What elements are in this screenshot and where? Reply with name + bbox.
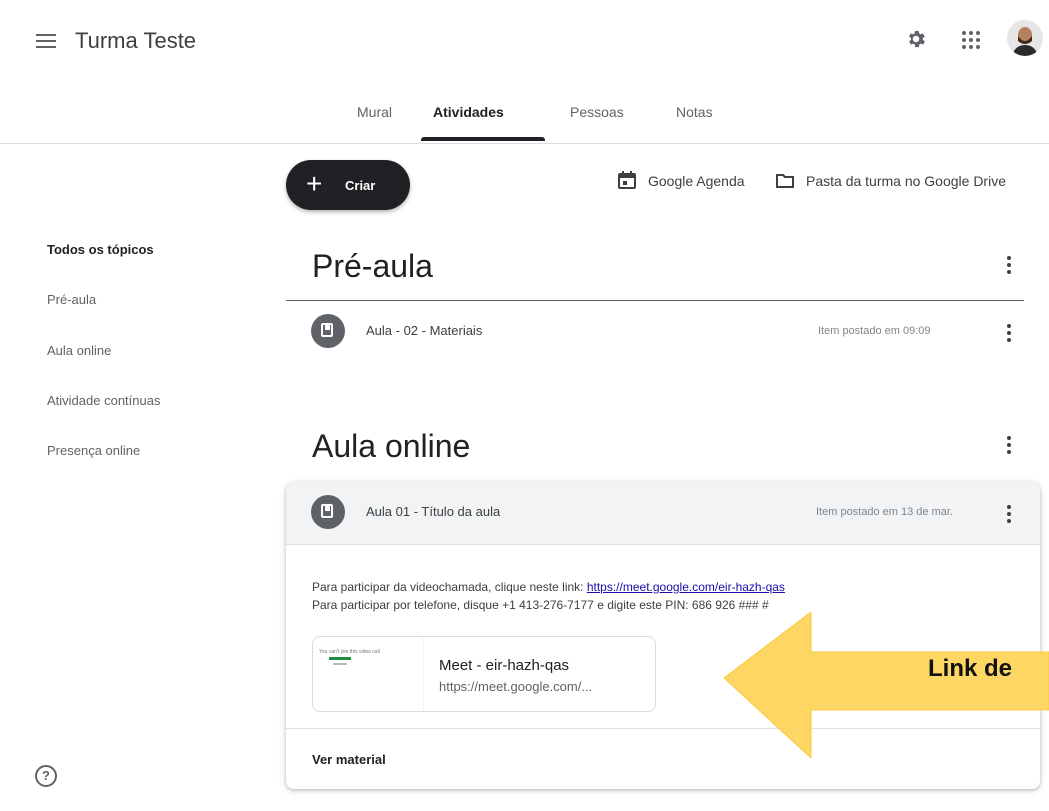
meet-attachment[interactable]: You can't join this video call Meet - ei… xyxy=(312,636,656,712)
description-text: Para participar da videochamada, clique … xyxy=(312,580,587,594)
list-item[interactable]: Aula - 02 - Materiais Item postado em 09… xyxy=(286,301,1040,363)
callout-label: Link de xyxy=(928,655,1013,682)
view-material-link[interactable]: Ver material xyxy=(312,752,386,767)
material-icon xyxy=(311,314,345,348)
menu-icon[interactable] xyxy=(36,34,56,48)
material-description-line2: Para participar por telefone, disque +1 … xyxy=(312,598,769,612)
help-icon[interactable]: ? xyxy=(35,765,57,787)
attachment-url: https://meet.google.com/... xyxy=(439,679,593,694)
material-icon xyxy=(311,495,345,529)
tab-pessoas[interactable]: Pessoas xyxy=(570,104,624,120)
sidebar-item-presenca-online[interactable]: Presença online xyxy=(47,443,140,458)
thumbnail-text: You can't join this video call xyxy=(319,649,380,655)
active-tab-indicator xyxy=(421,137,545,141)
item-title: Aula 01 - Título da aula xyxy=(366,504,501,519)
item-title: Aula - 02 - Materiais xyxy=(366,323,483,338)
tab-atividades[interactable]: Atividades xyxy=(433,104,504,120)
tab-notas[interactable]: Notas xyxy=(676,104,713,120)
create-button[interactable]: + Criar xyxy=(286,160,410,210)
folder-icon xyxy=(776,174,794,188)
apps-icon[interactable] xyxy=(962,31,980,49)
sidebar-item-all-topics[interactable]: Todos os tópicos xyxy=(47,242,154,257)
attachment-thumbnail: You can't join this video call xyxy=(313,637,424,711)
google-calendar-link[interactable]: Google Agenda xyxy=(648,173,745,189)
list-item[interactable]: Aula 01 - Título da aula Item postado em… xyxy=(286,482,1040,545)
topic-title-pre-aula: Pré-aula xyxy=(312,248,433,284)
sidebar-item-pre-aula[interactable]: Pré-aula xyxy=(47,292,96,307)
topic-title-aula-online: Aula online xyxy=(312,428,471,464)
more-vert-icon[interactable] xyxy=(1007,436,1011,457)
avatar[interactable] xyxy=(1007,20,1043,56)
material-description-line1: Para participar da videochamada, clique … xyxy=(312,580,785,594)
tab-mural[interactable]: Mural xyxy=(357,104,392,120)
sidebar-item-atividade-continuas[interactable]: Atividade contínuas xyxy=(47,393,160,408)
class-title[interactable]: Turma Teste xyxy=(75,28,196,54)
sidebar-item-aula-online[interactable]: Aula online xyxy=(47,343,111,358)
more-vert-icon[interactable] xyxy=(1007,324,1011,345)
meet-link[interactable]: https://meet.google.com/eir-hazh-qas xyxy=(587,580,785,594)
arrow xyxy=(724,612,1049,758)
create-button-label: Criar xyxy=(345,178,376,193)
drive-folder-link[interactable]: Pasta da turma no Google Drive xyxy=(806,173,1006,189)
class-tabs: Mural Atividades Pessoas Notas xyxy=(0,88,1049,144)
attachment-title: Meet - eir-hazh-qas xyxy=(439,657,570,674)
calendar-icon xyxy=(618,171,636,189)
more-vert-icon[interactable] xyxy=(1007,505,1011,526)
item-posted-date: Item postado em 09:09 xyxy=(818,325,931,337)
more-vert-icon[interactable] xyxy=(1007,256,1011,277)
top-app-bar: Turma Teste xyxy=(0,0,1049,88)
item-posted-date: Item postado em 13 de mar. xyxy=(816,506,953,518)
plus-icon: + xyxy=(306,168,323,199)
gear-icon[interactable] xyxy=(905,28,927,50)
